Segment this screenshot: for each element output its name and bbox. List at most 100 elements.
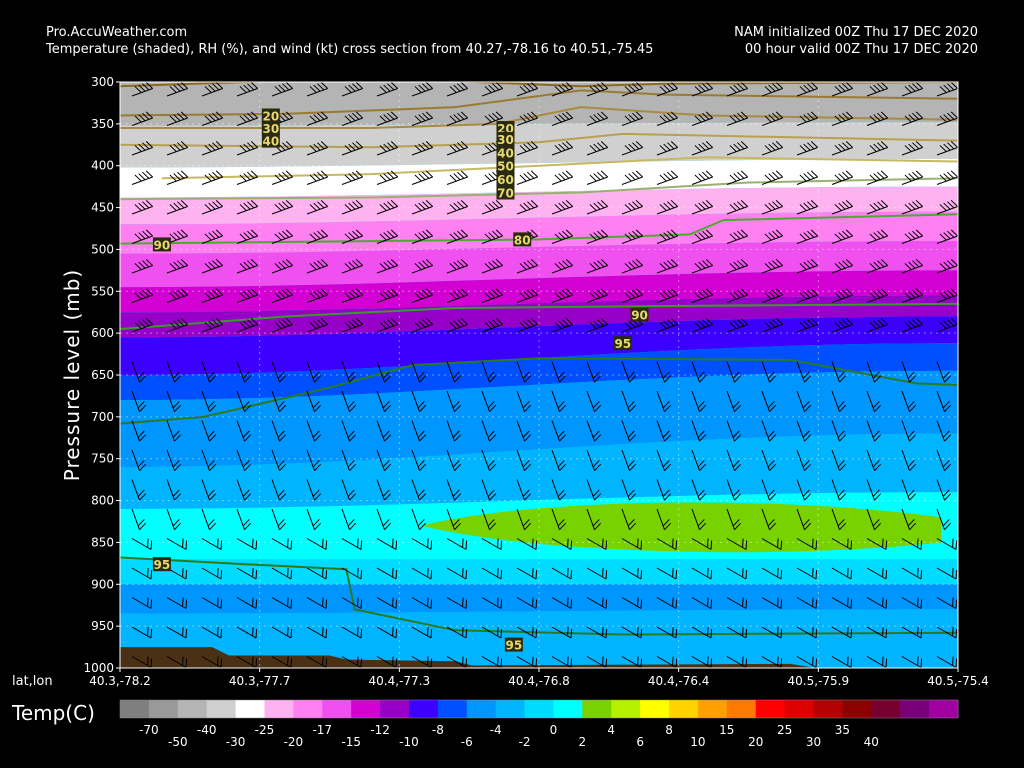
legend-swatch-20 [697, 700, 728, 718]
legend-label-8: -12 [370, 723, 390, 737]
rh-label-2: 40 [261, 133, 280, 149]
y-tick-label-7: 650 [91, 368, 114, 382]
legend-label-9: -10 [399, 735, 419, 749]
rh-label-6: 50 [496, 158, 515, 174]
legend-title: Temp(C) [12, 701, 95, 725]
legend-label-23: 30 [806, 735, 821, 749]
rh-label-7: 60 [496, 172, 515, 187]
rh-label-11: 90 [630, 307, 649, 323]
cross-section-chart: 20304020304050607090 8090959595 300350400… [83, 75, 989, 749]
legend-swatch-22 [755, 700, 786, 718]
legend-label-3: -30 [226, 735, 246, 749]
rh-label-text: 90 [631, 309, 648, 323]
legend-swatch-12 [466, 700, 497, 718]
rh-label-13: 95 [152, 557, 171, 572]
legend-label-10: -8 [432, 723, 444, 737]
legend-label-18: 8 [665, 723, 673, 737]
y-tick-label-8: 700 [91, 410, 114, 424]
y-tick-label-10: 800 [91, 494, 114, 508]
legend-swatch-27 [900, 700, 930, 718]
legend-label-20: 15 [719, 723, 734, 737]
legend-label-15: 2 [579, 735, 587, 749]
y-axis-label: Pressure level (mb) [60, 268, 84, 482]
legend-label-17: 6 [636, 735, 644, 749]
legend-swatch-6 [293, 700, 323, 718]
x-tick-label-3: 40.4,-76.8 [508, 674, 570, 688]
y-tick-label-14: 1000 [83, 661, 114, 675]
legend-swatch-26 [871, 700, 901, 718]
y-tick-label-13: 950 [91, 619, 114, 633]
legend-label-11: -6 [461, 735, 473, 749]
legend-label-14: 0 [550, 723, 558, 737]
legend-swatch-4 [235, 700, 265, 718]
rh-label-14: 95 [504, 637, 523, 653]
legend-swatch-21 [726, 700, 757, 718]
legend-swatch-24 [813, 700, 843, 718]
legend-swatch-2 [177, 700, 208, 718]
legend-swatch-16 [582, 700, 612, 718]
rh-label-text: 90 [154, 238, 171, 252]
x-tick-label-1: 40.3,-77.7 [229, 674, 291, 688]
legend-swatch-13 [495, 700, 526, 718]
rh-label-4: 30 [496, 131, 515, 147]
legend-swatch-11 [437, 700, 468, 718]
legend-label-0: -70 [139, 723, 159, 737]
legend-label-5: -20 [284, 735, 304, 749]
rh-label-5: 40 [496, 145, 515, 160]
legend-label-12: -4 [490, 723, 502, 737]
y-tick-label-1: 350 [91, 117, 114, 131]
legend-label-2: -40 [197, 723, 217, 737]
legend-label-19: 10 [690, 735, 705, 749]
y-tick-label-4: 500 [91, 242, 114, 256]
y-tick-label-9: 750 [91, 452, 114, 466]
rh-label-text: 95 [614, 337, 631, 351]
rh-label-10: 80 [513, 232, 532, 247]
legend-swatch-14 [524, 700, 554, 718]
y-tick-label-11: 850 [91, 535, 114, 549]
x-tick-label-2: 40.4,-77.3 [369, 674, 431, 688]
y-tick-label-6: 600 [91, 326, 114, 340]
legend-label-21: 20 [748, 735, 763, 749]
rh-label-9: 90 [152, 237, 171, 252]
legend-swatch-19 [669, 700, 699, 718]
rh-label-text: 95 [154, 558, 171, 572]
legend-swatch-0 [120, 700, 150, 718]
legend-label-24: 35 [835, 723, 850, 737]
legend-label-1: -50 [168, 735, 188, 749]
legend-swatch-7 [322, 700, 352, 718]
legend-label-22: 25 [777, 723, 792, 737]
y-tick-label-12: 900 [91, 577, 114, 591]
rh-label-8: 70 [496, 185, 515, 201]
legend-label-16: 4 [607, 723, 615, 737]
legend-swatch-8 [351, 700, 381, 718]
y-tick-label-5: 550 [91, 284, 114, 298]
x-tick-label-4: 40.4,-76.4 [648, 674, 710, 688]
rh-label-text: 70 [497, 187, 514, 201]
legend-swatch-23 [784, 700, 815, 718]
legend-swatch-17 [611, 700, 641, 718]
y-tick-label-2: 400 [91, 159, 114, 173]
legend-swatch-25 [842, 700, 872, 718]
x-tick-label-5: 40.5,-75.9 [788, 674, 850, 688]
rh-label-text: 40 [497, 146, 514, 160]
rh-label-text: 80 [514, 233, 531, 247]
legend-swatch-15 [553, 700, 583, 718]
legend-swatch-5 [264, 700, 294, 718]
x-tick-label-0: 40.3,-78.2 [89, 674, 151, 688]
legend-swatch-18 [640, 700, 670, 718]
legend-label-7: -15 [341, 735, 361, 749]
y-tick-label-3: 450 [91, 201, 114, 215]
legend-swatch-28 [929, 700, 959, 718]
legend-label-4: -25 [255, 723, 275, 737]
legend-swatch-10 [408, 700, 439, 718]
x-tick-label-6: 40.5,-75.4 [927, 674, 989, 688]
legend-swatch-9 [380, 700, 410, 718]
legend-swatch-1 [148, 700, 179, 718]
y-tick-label-0: 300 [91, 75, 114, 89]
x-axis-label: lat,lon [12, 674, 53, 689]
legend-label-6: -17 [312, 723, 332, 737]
rh-label-text: 95 [506, 639, 523, 653]
rh-label-text: 30 [497, 133, 514, 147]
rh-label-12: 95 [613, 336, 632, 351]
legend-label-13: -2 [519, 735, 531, 749]
